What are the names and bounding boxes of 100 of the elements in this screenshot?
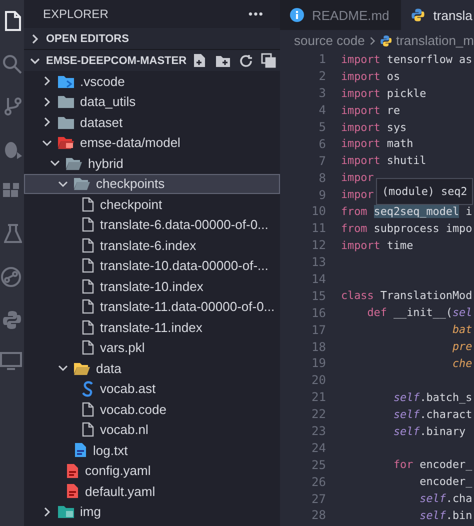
code-line: from seq2seq_model i: [341, 204, 472, 218]
tree-item[interactable]: vars.pkl: [24, 338, 280, 358]
line-number: 27: [310, 492, 327, 506]
code-line: from subprocess impo: [341, 222, 472, 235]
more-actions-button[interactable]: •••: [248, 7, 264, 21]
line-number: 26: [310, 474, 327, 489]
breadcrumb-item[interactable]: source code: [294, 33, 365, 48]
tree-item[interactable]: hybrid: [24, 153, 280, 174]
refresh-icon[interactable]: [238, 54, 253, 68]
new-folder-icon[interactable]: [214, 54, 231, 68]
tree-item[interactable]: translate-6.index: [24, 235, 280, 256]
tree-item[interactable]: checkpoint: [24, 194, 280, 214]
tree-item[interactable]: translate-11.data-00000-of-0...: [24, 296, 280, 317]
tree-item[interactable]: vocab.code: [24, 399, 280, 420]
tree-item[interactable]: data: [24, 358, 280, 378]
file-icon: [82, 422, 94, 438]
tree-item[interactable]: checkpoints: [24, 174, 280, 194]
code-line: bat: [451, 323, 472, 336]
monitor-icon[interactable]: [0, 352, 22, 370]
code-line: self.charact: [392, 408, 472, 421]
code-line: class TranslationMod: [341, 289, 472, 302]
tree-item[interactable]: emse-data/model: [24, 132, 280, 153]
file-icon: [82, 196, 94, 212]
code-line: impor: [341, 171, 374, 184]
tree-item[interactable]: translate-11.index: [24, 317, 280, 338]
line-number: 4: [318, 103, 327, 118]
tree-item[interactable]: config.yaml: [24, 460, 280, 481]
line-number: 2: [318, 69, 327, 84]
hover-tooltip: (module) seq2: [376, 178, 474, 205]
code-line: import shutil: [341, 154, 426, 168]
folder-icon: [58, 505, 74, 518]
code-line: for encoder_: [392, 458, 472, 472]
editor-tab[interactable]: README.md: [280, 0, 402, 30]
tree-item[interactable]: dataset: [24, 112, 280, 132]
line-number: 18: [310, 340, 327, 354]
line-number: 6: [318, 136, 327, 151]
code-line: import sys: [341, 120, 407, 134]
code-line: self.batch_s: [392, 390, 472, 404]
folder-icon: [58, 116, 74, 129]
file-icon: [82, 217, 94, 232]
python-icon[interactable]: [2, 310, 22, 330]
tree-item[interactable]: .vscode: [24, 71, 280, 92]
chevron-icon: [58, 363, 68, 374]
code-line: import re: [341, 104, 400, 117]
line-number: 25: [310, 458, 327, 472]
line-number: 13: [310, 255, 327, 270]
open-folder-icon: [66, 156, 82, 170]
graph-icon[interactable]: [0, 266, 22, 288]
text-file-icon: [74, 442, 87, 458]
line-number: 14: [310, 272, 327, 286]
tree-item[interactable]: default.yaml: [24, 481, 280, 502]
code-line: self.binary: [392, 424, 466, 438]
tree-item[interactable]: vocab.ast: [24, 378, 280, 399]
branch-icon[interactable]: [4, 96, 22, 116]
code-line: encoder_: [418, 475, 472, 488]
tree-item[interactable]: log.txt: [24, 440, 280, 460]
line-number: 28: [310, 508, 327, 522]
code-line: import tensorflow as: [341, 52, 472, 66]
chevron-icon: [42, 76, 52, 86]
tree-item[interactable]: translate-10.index: [24, 276, 280, 296]
new-file-icon[interactable]: [192, 53, 207, 68]
collapse-all-icon[interactable]: [260, 53, 276, 68]
chevron-icon: [30, 56, 40, 66]
section-header[interactable]: OPEN EDITORS: [24, 28, 280, 49]
breadcrumb-item[interactable]: translation_m: [396, 33, 474, 48]
chevron-icon: [368, 36, 376, 46]
editor-tab[interactable]: transla: [401, 0, 474, 30]
code-line: import math: [341, 137, 414, 150]
line-number: 21: [310, 390, 327, 404]
line-number: 11: [310, 221, 327, 236]
line-number: 9: [318, 188, 327, 202]
code-line: che: [451, 356, 472, 370]
python-icon: [380, 34, 392, 48]
tree-item[interactable]: data_utils: [24, 92, 280, 112]
files-icon[interactable]: [4, 10, 22, 32]
yaml-file-icon: [66, 483, 79, 500]
file-icon: [82, 320, 94, 335]
chevron-icon: [42, 96, 52, 107]
yaml-file-icon: [66, 462, 79, 479]
line-number: 3: [318, 86, 327, 100]
tree-item[interactable]: translate-6.data-00000-of-0...: [24, 214, 280, 235]
search-icon[interactable]: [2, 54, 22, 74]
chevron-icon: [42, 506, 52, 517]
file-icon: [82, 238, 94, 253]
explorer-title: EXPLORER: [43, 7, 108, 21]
line-number: 20: [310, 373, 327, 388]
tree-item[interactable]: translate-10.data-00000-of-...: [24, 256, 280, 276]
line-number: 1: [318, 52, 327, 66]
tree-item[interactable]: vocab.nl: [24, 420, 280, 440]
chevron-icon: [50, 158, 60, 168]
tree-item[interactable]: img: [24, 502, 280, 522]
flask-icon[interactable]: [4, 224, 22, 244]
chevron-icon: [42, 138, 52, 148]
line-number: 16: [310, 306, 327, 320]
section-header[interactable]: EMSE-DEEPCOM-MASTER: [24, 49, 280, 71]
line-number: 8: [318, 170, 327, 185]
file-icon: [82, 278, 94, 294]
open-folder-icon: [74, 362, 90, 375]
line-number: 12: [310, 238, 327, 252]
open-folder-icon: [58, 136, 74, 150]
